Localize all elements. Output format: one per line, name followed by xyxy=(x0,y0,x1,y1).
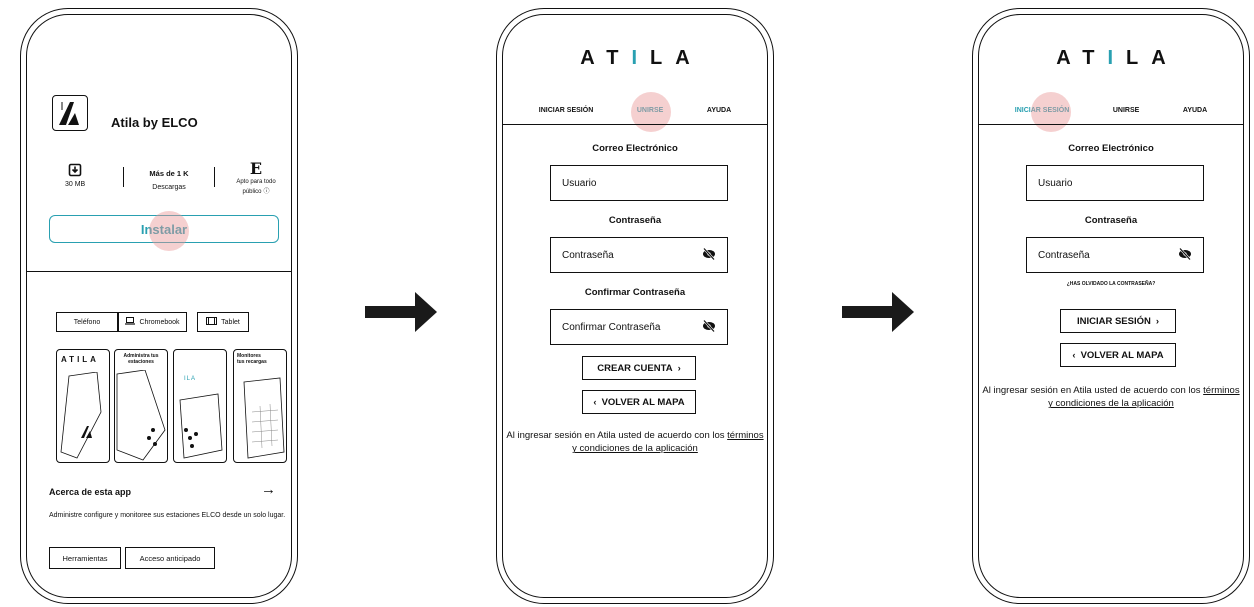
atila-logo: ATILA xyxy=(1056,47,1179,69)
device-tab-phone[interactable]: Teléfono xyxy=(56,312,118,332)
phone-frame-login: ATILA INICIAR SESIÓN UNIRSE AYUDA Correo… xyxy=(972,8,1250,604)
eye-slash-icon[interactable] xyxy=(1178,247,1192,263)
login-button[interactable]: INICIAR SESIÓN › xyxy=(1060,309,1176,333)
screenshot-2[interactable]: Administra tus estaciones xyxy=(114,349,168,463)
tabs-divider xyxy=(979,124,1243,125)
tab-login[interactable]: INICIAR SESIÓN xyxy=(539,107,593,114)
stat-divider xyxy=(214,167,215,187)
create-account-button[interactable]: CREAR CUENTA › xyxy=(582,356,696,380)
tap-indicator xyxy=(1031,92,1071,132)
phone-screen-signup: ATILA INICIAR SESIÓN UNIRSE AYUDA Correo… xyxy=(502,14,768,598)
tab-help[interactable]: AYUDA xyxy=(1183,107,1207,114)
forgot-password-link[interactable]: ¿HAS OLVIDADO LA CONTRASEÑA? xyxy=(979,281,1243,287)
tap-indicator xyxy=(149,211,189,251)
info-icon: ⓘ xyxy=(263,189,270,196)
app-name: Atila by ELCO xyxy=(111,115,198,130)
screenshot-4[interactable]: Monitores tus recargas xyxy=(233,349,287,463)
tablet-icon xyxy=(206,317,218,327)
chevron-right-icon: › xyxy=(677,362,681,374)
eye-slash-icon[interactable] xyxy=(702,247,716,263)
device-tab-tablet[interactable]: Tablet xyxy=(197,312,249,332)
terms-notice: Al ingresar sesión en Atila usted de acu… xyxy=(982,385,1240,410)
map-pins-icon xyxy=(179,393,223,459)
back-to-map-button[interactable]: ‹ VOLVER AL MAPA xyxy=(582,390,696,414)
chevron-left-icon: ‹ xyxy=(1072,349,1076,361)
flow-arrow-icon xyxy=(842,292,914,332)
rating-label: Apto para todo público xyxy=(236,179,276,196)
chevron-left-icon: ‹ xyxy=(593,396,597,408)
email-field[interactable]: Usuario xyxy=(550,165,728,201)
confirm-password-label: Confirmar Contraseña xyxy=(584,287,686,298)
screenshot-1[interactable]: ATILA xyxy=(56,349,110,463)
tag-early-access[interactable]: Acceso anticipado xyxy=(125,547,215,569)
phone-screen-login: ATILA INICIAR SESIÓN UNIRSE AYUDA Correo… xyxy=(978,14,1244,598)
email-label: Correo Electrónico xyxy=(1068,143,1154,154)
phone-sketch-icon xyxy=(60,372,102,459)
password-field[interactable]: Contraseña xyxy=(550,237,728,273)
downloads-value: Más de 1 K xyxy=(149,169,189,178)
device-tab-chromebook[interactable]: Chromebook xyxy=(118,312,187,332)
downloads-stat: Más de 1 K Descargas xyxy=(139,169,199,191)
tag-tools[interactable]: Herramientas xyxy=(49,547,121,569)
download-icon xyxy=(68,163,82,179)
password-label: Contraseña xyxy=(1084,215,1138,226)
laptop-icon xyxy=(125,317,136,327)
email-field[interactable]: Usuario xyxy=(1026,165,1204,201)
tap-indicator xyxy=(631,92,671,132)
tabs-divider xyxy=(503,124,767,125)
password-label: Contraseña xyxy=(608,215,662,226)
chevron-right-icon: › xyxy=(1155,315,1160,327)
app-size: 30 MB xyxy=(65,181,86,188)
tab-join[interactable]: UNIRSE xyxy=(1113,107,1139,114)
terms-notice: Al ingresar sesión en Atila usted de acu… xyxy=(506,430,764,455)
size-stat: 30 MB xyxy=(65,163,85,188)
rating-badge-icon: E xyxy=(249,159,263,178)
rating-stat: E Apto para todo público ⓘ xyxy=(231,159,281,196)
auth-tabs: INICIAR SESIÓN UNIRSE AYUDA xyxy=(979,107,1243,114)
tab-help[interactable]: AYUDA xyxy=(707,107,731,114)
password-field[interactable]: Contraseña xyxy=(1026,237,1204,273)
phone-frame-store: Atila by ELCO 30 MB Más de 1 K Descargas… xyxy=(20,8,298,604)
chart-sketch-icon xyxy=(243,377,285,459)
phone-frame-signup: ATILA INICIAR SESIÓN UNIRSE AYUDA Correo… xyxy=(496,8,774,604)
downloads-label: Descargas xyxy=(152,184,186,191)
screenshot-3[interactable]: ILA xyxy=(173,349,227,463)
phone-screen-store: Atila by ELCO 30 MB Más de 1 K Descargas… xyxy=(26,14,292,598)
email-label: Correo Electrónico xyxy=(592,143,678,154)
app-logo-icon xyxy=(52,95,88,131)
about-description: Administre configure y monitoree sus est… xyxy=(49,512,286,519)
about-title: Acerca de esta app xyxy=(49,487,132,497)
eye-slash-icon[interactable] xyxy=(702,319,716,335)
atila-logo: ATILA xyxy=(580,47,703,69)
arrow-right-icon[interactable]: → xyxy=(261,481,276,498)
flow-arrow-icon xyxy=(365,292,437,332)
stat-divider xyxy=(123,167,124,187)
section-divider xyxy=(27,271,291,272)
confirm-password-field[interactable]: Confirmar Contraseña xyxy=(550,309,728,345)
map-sketch-icon xyxy=(116,370,166,461)
back-to-map-button[interactable]: ‹ VOLVER AL MAPA xyxy=(1060,343,1176,367)
